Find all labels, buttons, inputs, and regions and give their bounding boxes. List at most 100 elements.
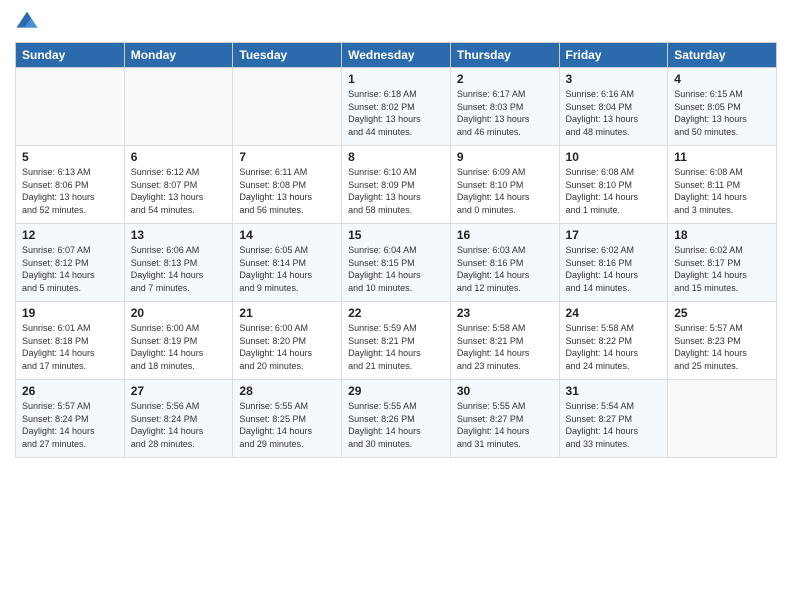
day-info: Sunrise: 5:55 AM Sunset: 8:27 PM Dayligh…: [457, 400, 553, 450]
day-info: Sunrise: 6:06 AM Sunset: 8:13 PM Dayligh…: [131, 244, 227, 294]
weekday-header-friday: Friday: [559, 43, 668, 68]
calendar-cell: 25 Sunrise: 5:57 AM Sunset: 8:23 PM Dayli…: [668, 302, 777, 380]
weekday-header-saturday: Saturday: [668, 43, 777, 68]
day-info: Sunrise: 5:54 AM Sunset: 8:27 PM Dayligh…: [566, 400, 662, 450]
calendar-cell: 3Sunrise: 6:16 AM Sunset: 8:04 PM Daylig…: [559, 68, 668, 146]
day-number: 27: [131, 384, 227, 398]
week-row-1: 5 Sunrise: 6:13 AM Sunset: 8:06 PM Daylig…: [16, 146, 777, 224]
day-info: Sunrise: 5:59 AM Sunset: 8:21 PM Dayligh…: [348, 322, 444, 372]
day-info: Sunrise: 6:02 AM Sunset: 8:16 PM Dayligh…: [566, 244, 662, 294]
day-info: Sunrise: 6:18 AM Sunset: 8:02 PM Dayligh…: [348, 88, 444, 138]
day-number: 26: [22, 384, 118, 398]
day-info: Sunrise: 6:08 AM Sunset: 8:11 PM Dayligh…: [674, 166, 770, 216]
logo-icon: [15, 10, 39, 34]
day-info: Sunrise: 6:16 AM Sunset: 8:04 PM Dayligh…: [566, 88, 662, 138]
weekday-header-monday: Monday: [124, 43, 233, 68]
calendar-cell: 26 Sunrise: 5:57 AM Sunset: 8:24 PM Dayli…: [16, 380, 125, 458]
day-number: 10: [566, 150, 662, 164]
day-number: 31: [566, 384, 662, 398]
day-info: Sunrise: 6:03 AM Sunset: 8:16 PM Dayligh…: [457, 244, 553, 294]
calendar-cell: 18 Sunrise: 6:02 AM Sunset: 8:17 PM Dayli…: [668, 224, 777, 302]
day-number: 23: [457, 306, 553, 320]
calendar-cell: [668, 380, 777, 458]
day-info: Sunrise: 6:08 AM Sunset: 8:10 PM Dayligh…: [566, 166, 662, 216]
calendar-cell: 10 Sunrise: 6:08 AM Sunset: 8:10 PM Dayli…: [559, 146, 668, 224]
weekday-header-sunday: Sunday: [16, 43, 125, 68]
calendar-cell: 24 Sunrise: 5:58 AM Sunset: 8:22 PM Dayli…: [559, 302, 668, 380]
day-number: 12: [22, 228, 118, 242]
calendar-cell: 30 Sunrise: 5:55 AM Sunset: 8:27 PM Dayli…: [450, 380, 559, 458]
day-number: 29: [348, 384, 444, 398]
day-info: Sunrise: 5:58 AM Sunset: 8:21 PM Dayligh…: [457, 322, 553, 372]
day-info: Sunrise: 6:13 AM Sunset: 8:06 PM Dayligh…: [22, 166, 118, 216]
day-info: Sunrise: 5:57 AM Sunset: 8:23 PM Dayligh…: [674, 322, 770, 372]
day-number: 6: [131, 150, 227, 164]
calendar-cell: 15 Sunrise: 6:04 AM Sunset: 8:15 PM Dayli…: [342, 224, 451, 302]
week-row-2: 12 Sunrise: 6:07 AM Sunset: 8:12 PM Dayli…: [16, 224, 777, 302]
day-number: 14: [239, 228, 335, 242]
day-info: Sunrise: 6:04 AM Sunset: 8:15 PM Dayligh…: [348, 244, 444, 294]
day-info: Sunrise: 6:01 AM Sunset: 8:18 PM Dayligh…: [22, 322, 118, 372]
day-info: Sunrise: 6:15 AM Sunset: 8:05 PM Dayligh…: [674, 88, 770, 138]
day-info: Sunrise: 6:05 AM Sunset: 8:14 PM Dayligh…: [239, 244, 335, 294]
calendar-cell: 22Sunrise: 5:59 AM Sunset: 8:21 PM Dayli…: [342, 302, 451, 380]
day-info: Sunrise: 5:58 AM Sunset: 8:22 PM Dayligh…: [566, 322, 662, 372]
calendar-cell: [233, 68, 342, 146]
weekday-header-tuesday: Tuesday: [233, 43, 342, 68]
calendar-cell: [16, 68, 125, 146]
day-info: Sunrise: 6:09 AM Sunset: 8:10 PM Dayligh…: [457, 166, 553, 216]
day-info: Sunrise: 6:00 AM Sunset: 8:20 PM Dayligh…: [239, 322, 335, 372]
calendar-cell: 17Sunrise: 6:02 AM Sunset: 8:16 PM Dayli…: [559, 224, 668, 302]
day-number: 24: [566, 306, 662, 320]
day-number: 19: [22, 306, 118, 320]
day-number: 7: [239, 150, 335, 164]
day-number: 11: [674, 150, 770, 164]
day-number: 28: [239, 384, 335, 398]
day-info: Sunrise: 5:55 AM Sunset: 8:26 PM Dayligh…: [348, 400, 444, 450]
calendar-cell: 12 Sunrise: 6:07 AM Sunset: 8:12 PM Dayli…: [16, 224, 125, 302]
day-info: Sunrise: 6:02 AM Sunset: 8:17 PM Dayligh…: [674, 244, 770, 294]
calendar-cell: 1 Sunrise: 6:18 AM Sunset: 8:02 PM Daylig…: [342, 68, 451, 146]
day-number: 21: [239, 306, 335, 320]
calendar-cell: 14 Sunrise: 6:05 AM Sunset: 8:14 PM Dayli…: [233, 224, 342, 302]
calendar-cell: [124, 68, 233, 146]
weekday-header-thursday: Thursday: [450, 43, 559, 68]
day-number: 9: [457, 150, 553, 164]
day-info: Sunrise: 6:11 AM Sunset: 8:08 PM Dayligh…: [239, 166, 335, 216]
day-number: 5: [22, 150, 118, 164]
weekday-header-row: SundayMondayTuesdayWednesdayThursdayFrid…: [16, 43, 777, 68]
weekday-header-wednesday: Wednesday: [342, 43, 451, 68]
calendar-cell: 28 Sunrise: 5:55 AM Sunset: 8:25 PM Dayli…: [233, 380, 342, 458]
day-number: 13: [131, 228, 227, 242]
day-number: 1: [348, 72, 444, 86]
calendar-cell: 19 Sunrise: 6:01 AM Sunset: 8:18 PM Dayli…: [16, 302, 125, 380]
day-number: 20: [131, 306, 227, 320]
day-number: 18: [674, 228, 770, 242]
calendar: SundayMondayTuesdayWednesdayThursdayFrid…: [15, 42, 777, 458]
logo: [15, 10, 43, 34]
week-row-3: 19 Sunrise: 6:01 AM Sunset: 8:18 PM Dayli…: [16, 302, 777, 380]
calendar-cell: 9 Sunrise: 6:09 AM Sunset: 8:10 PM Daylig…: [450, 146, 559, 224]
day-number: 2: [457, 72, 553, 86]
calendar-cell: 16Sunrise: 6:03 AM Sunset: 8:16 PM Dayli…: [450, 224, 559, 302]
day-info: Sunrise: 6:07 AM Sunset: 8:12 PM Dayligh…: [22, 244, 118, 294]
day-number: 25: [674, 306, 770, 320]
week-row-4: 26 Sunrise: 5:57 AM Sunset: 8:24 PM Dayli…: [16, 380, 777, 458]
day-info: Sunrise: 5:56 AM Sunset: 8:24 PM Dayligh…: [131, 400, 227, 450]
day-info: Sunrise: 5:57 AM Sunset: 8:24 PM Dayligh…: [22, 400, 118, 450]
day-info: Sunrise: 5:55 AM Sunset: 8:25 PM Dayligh…: [239, 400, 335, 450]
day-number: 4: [674, 72, 770, 86]
calendar-cell: 6Sunrise: 6:12 AM Sunset: 8:07 PM Daylig…: [124, 146, 233, 224]
calendar-cell: 4 Sunrise: 6:15 AM Sunset: 8:05 PM Daylig…: [668, 68, 777, 146]
day-number: 30: [457, 384, 553, 398]
day-info: Sunrise: 6:10 AM Sunset: 8:09 PM Dayligh…: [348, 166, 444, 216]
calendar-cell: 2Sunrise: 6:17 AM Sunset: 8:03 PM Daylig…: [450, 68, 559, 146]
calendar-cell: 13 Sunrise: 6:06 AM Sunset: 8:13 PM Dayli…: [124, 224, 233, 302]
calendar-cell: 29 Sunrise: 5:55 AM Sunset: 8:26 PM Dayli…: [342, 380, 451, 458]
week-row-0: 1 Sunrise: 6:18 AM Sunset: 8:02 PM Daylig…: [16, 68, 777, 146]
header: [15, 10, 777, 34]
calendar-cell: 5 Sunrise: 6:13 AM Sunset: 8:06 PM Daylig…: [16, 146, 125, 224]
calendar-cell: 31 Sunrise: 5:54 AM Sunset: 8:27 PM Dayli…: [559, 380, 668, 458]
day-number: 15: [348, 228, 444, 242]
calendar-cell: 7 Sunrise: 6:11 AM Sunset: 8:08 PM Daylig…: [233, 146, 342, 224]
